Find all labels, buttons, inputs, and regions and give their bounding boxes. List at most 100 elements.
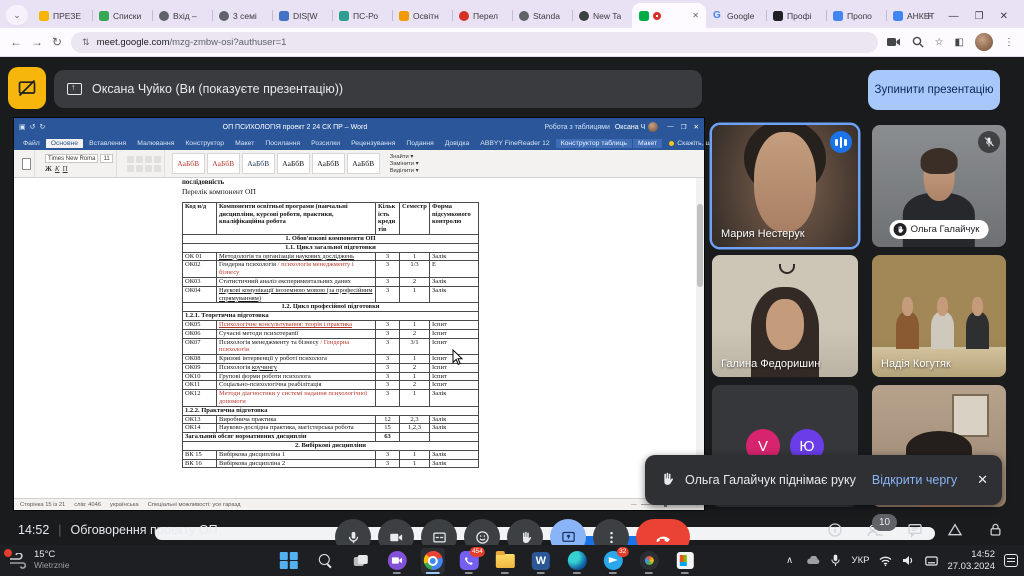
tab-search-button[interactable]: ⌄: [6, 5, 28, 25]
ribbon-tab-посилання[interactable]: Посилання: [260, 139, 305, 148]
info-icon[interactable]: [826, 521, 844, 539]
format-1-button[interactable]: К: [55, 165, 60, 173]
style-chip[interactable]: АаБбВ: [172, 153, 205, 174]
style-chip[interactable]: АаБбВ: [312, 153, 345, 174]
restore-icon[interactable]: ❐: [975, 11, 984, 22]
participant-tile[interactable]: Галина Федоришин: [712, 255, 858, 377]
word-close-icon[interactable]: ✕: [694, 123, 699, 131]
browser-tab[interactable]: DIS[W: [272, 3, 332, 28]
browser-tab[interactable]: АНКЕТ: [886, 3, 946, 28]
style-chip[interactable]: АаБбВ: [207, 153, 240, 174]
taskbar-media-button[interactable]: [637, 548, 661, 574]
close-icon[interactable]: ✕: [1000, 11, 1008, 22]
style-chip[interactable]: АаБбВ: [347, 153, 380, 174]
browser-tab[interactable]: ПС-Ро: [332, 3, 392, 28]
taskbar-word-button[interactable]: W: [529, 548, 553, 574]
site-settings-icon[interactable]: ⇅: [82, 37, 90, 48]
browser-tab[interactable]: Пропо: [826, 3, 886, 28]
browser-tab[interactable]: Перел: [452, 3, 512, 28]
editing-виділити[interactable]: Виділити ▾: [390, 168, 419, 174]
taskbar-clock[interactable]: 14:52 27.03.2024: [947, 549, 995, 572]
font-size-select[interactable]: 11: [100, 154, 112, 163]
side-panel-icon[interactable]: ◧: [955, 37, 964, 48]
font-name-select[interactable]: Times New Roma: [45, 154, 98, 163]
ribbon-tab-файл[interactable]: Файл: [18, 139, 45, 148]
taskbar-search-button[interactable]: [313, 548, 337, 574]
browser-tab[interactable]: Профі: [766, 3, 826, 28]
ribbon-tab-рецензування[interactable]: Рецензування: [346, 139, 400, 148]
format-2-button[interactable]: П: [63, 165, 68, 173]
weather-widget[interactable]: 15°C Wietrznie: [8, 550, 69, 571]
ribbon-context-tab[interactable]: Макет: [633, 139, 662, 148]
browser-tab-active[interactable]: ✕: [632, 3, 706, 28]
word-scrollbar[interactable]: [696, 178, 704, 498]
undo-icon[interactable]: ↺: [30, 123, 36, 131]
ribbon-tab-подання[interactable]: Подання: [401, 139, 438, 148]
stop-presenting-button[interactable]: Зупинити презентацію: [868, 70, 1000, 110]
save-icon[interactable]: ▣: [19, 123, 26, 131]
word-minimize-icon[interactable]: —: [667, 123, 674, 131]
ribbon-tab-довідка[interactable]: Довідка: [440, 139, 474, 148]
tray-expand-icon[interactable]: ∧: [783, 554, 797, 568]
participant-tile[interactable]: Мария Нестерук: [712, 125, 858, 247]
host-icon[interactable]: [986, 521, 1004, 539]
ribbon-tab-вставлення[interactable]: Вставлення: [84, 139, 131, 148]
editing-замінити[interactable]: Замінити ▾: [390, 161, 419, 167]
pen-icon[interactable]: [924, 554, 938, 568]
activities-icon[interactable]: [946, 521, 964, 539]
taskbar-telegram-button[interactable]: 32: [601, 548, 625, 574]
taskbar-notes-button[interactable]: [673, 548, 697, 574]
browser-tab[interactable]: Вхід –: [152, 3, 212, 28]
browser-tab[interactable]: Освітн: [392, 3, 452, 28]
reload-icon[interactable]: ↻: [52, 35, 62, 49]
browser-tab[interactable]: New Ta: [572, 3, 632, 28]
minimize-icon[interactable]: —: [949, 11, 959, 22]
open-queue-link[interactable]: Відкрити чергу: [872, 473, 957, 487]
camera-access-icon[interactable]: [887, 37, 901, 47]
taskbar-edge-button[interactable]: [565, 548, 589, 574]
participant-tile[interactable]: Ольга Галайчук: [872, 125, 1006, 247]
taskbar-viber-button[interactable]: 454: [457, 548, 481, 574]
taskbar-explorer-button[interactable]: [493, 548, 517, 574]
toast-close-icon[interactable]: ✕: [977, 472, 988, 488]
chat-icon[interactable]: [906, 521, 924, 539]
ribbon-tab-макет[interactable]: Макет: [230, 139, 259, 148]
browser-tab[interactable]: ПРЕЗЕ: [32, 3, 92, 28]
onedrive-icon[interactable]: [806, 554, 820, 568]
volume-icon[interactable]: [901, 554, 915, 568]
wifi-icon[interactable]: [878, 554, 892, 568]
ribbon-tab-abbyy finereader 12[interactable]: ABBYY FineReader 12: [475, 139, 554, 148]
menu-icon[interactable]: ⋮: [1004, 37, 1014, 48]
taskbar-taskview-button[interactable]: [349, 548, 373, 574]
notification-center-icon[interactable]: [1004, 554, 1018, 567]
browser-tab[interactable]: 3 семі: [212, 3, 272, 28]
word-restore-icon[interactable]: ❐: [681, 123, 687, 131]
taskbar-chrome-button[interactable]: [421, 548, 445, 574]
participant-tile[interactable]: Надія Когутяк: [872, 255, 1006, 377]
address-bar[interactable]: ⇅ meet.google.com/mzg-zmbw-osi?authuser=…: [71, 32, 878, 53]
taskbar-camapp-button[interactable]: [385, 548, 409, 574]
back-icon[interactable]: ←: [10, 35, 22, 49]
bookmark-icon[interactable]: ☆: [935, 37, 944, 48]
ribbon-tab-малювання[interactable]: Малювання: [132, 139, 179, 148]
browser-tab[interactable]: GGoogle: [706, 3, 766, 28]
style-chip[interactable]: АаБбВ: [242, 153, 275, 174]
redo-icon[interactable]: ↻: [40, 123, 46, 131]
style-chip[interactable]: АаБбВ: [277, 153, 310, 174]
profile-avatar[interactable]: [975, 33, 993, 51]
browser-tab[interactable]: Списки: [92, 3, 152, 28]
ribbon-context-tab[interactable]: Конструктор таблиць: [556, 139, 632, 148]
forward-icon[interactable]: →: [31, 35, 43, 49]
document-canvas[interactable]: послідовність Перелік компонент ОП Код н…: [14, 178, 696, 498]
language-indicator[interactable]: УКР: [852, 555, 870, 566]
format-0-button[interactable]: Ж: [45, 165, 52, 173]
browser-tab[interactable]: Standa: [512, 3, 572, 28]
editing-знайти[interactable]: Знайти ▾: [390, 154, 419, 160]
ribbon-tab-розсилки[interactable]: Розсилки: [306, 139, 345, 148]
ribbon-tab-конструктор[interactable]: Конструктор: [180, 139, 229, 148]
paste-icon[interactable]: [22, 158, 31, 170]
tray-mic-icon[interactable]: [829, 554, 843, 568]
zoom-page-icon[interactable]: [912, 36, 924, 48]
ribbon-tab-основне[interactable]: Основне: [46, 139, 83, 148]
tab-close-icon[interactable]: ✕: [692, 11, 699, 20]
